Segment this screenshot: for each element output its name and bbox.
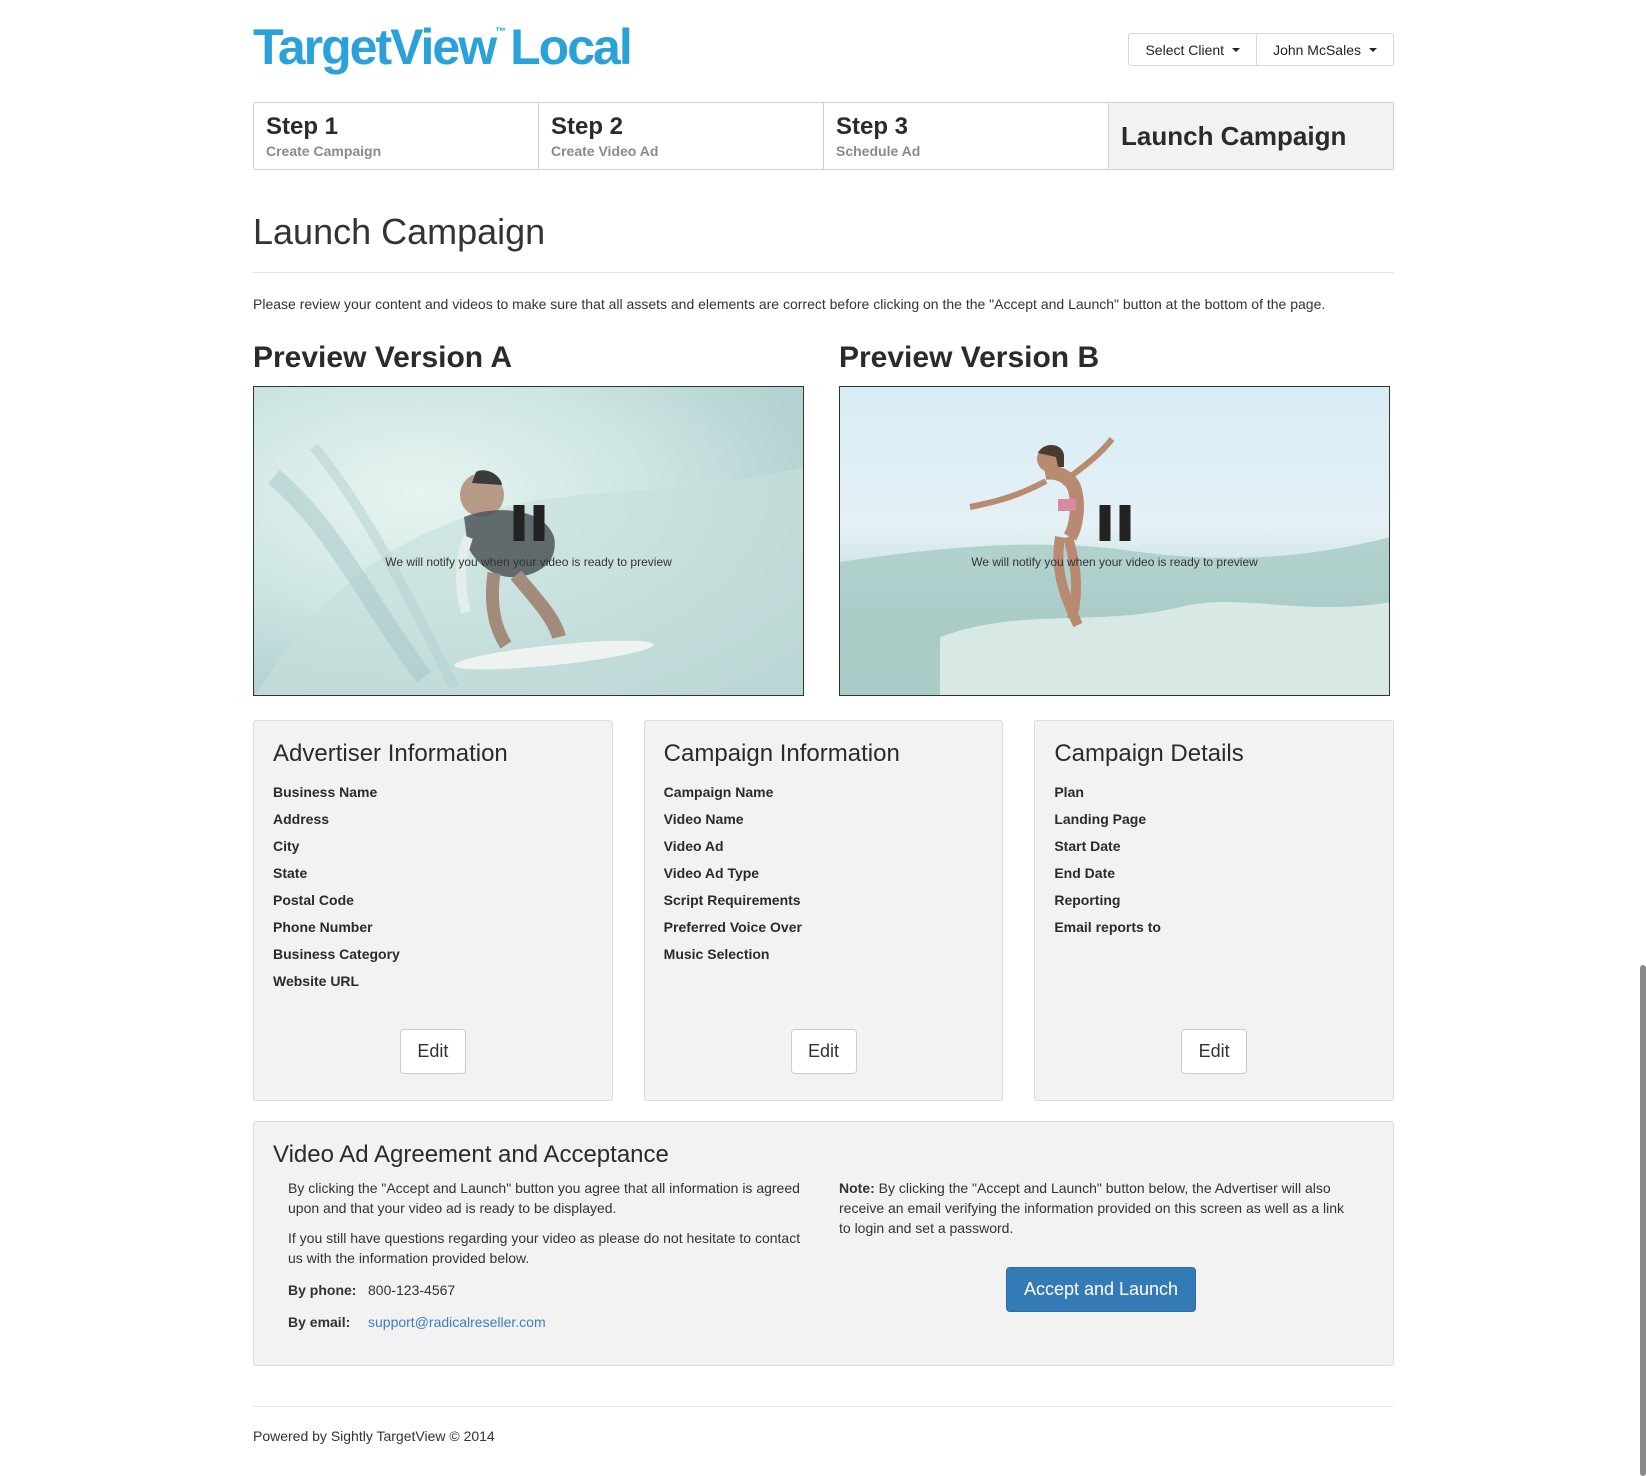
campaign-details-panel: Campaign Details Plan Landing Page Start…	[1034, 720, 1395, 1101]
agreement-text: By clicking the "Accept and Launch" butt…	[288, 1178, 808, 1332]
field-label: Website URL	[273, 973, 360, 989]
user-menu-label: John McSales	[1273, 41, 1361, 58]
video-player-b[interactable]: We will notify you when your video is re…	[839, 386, 1390, 696]
edit-advertiser-button[interactable]: Edit	[399, 1029, 466, 1074]
step-subtitle: Create Campaign	[266, 143, 382, 159]
agreement-title: Video Ad Agreement and Acceptance	[273, 1141, 669, 1168]
surfer-image	[840, 437, 1389, 695]
logo-trademark: ™	[495, 26, 507, 38]
contact-phone: By phone: 800-123-4567	[288, 1280, 808, 1300]
phone-label: By phone:	[288, 1282, 357, 1298]
field-label: Music Selection	[663, 946, 770, 962]
edit-campaign-info-button[interactable]: Edit	[790, 1029, 857, 1074]
field-list: Plan Landing Page Start Date End Date Re…	[1054, 779, 1374, 941]
preview-version-a: Preview Version A We will notify you whe…	[253, 340, 804, 696]
field-label: Campaign Name	[663, 784, 774, 800]
panel-title: Campaign Details	[1054, 740, 1244, 767]
field-label: End Date	[1054, 865, 1116, 881]
logo-suffix: Local	[510, 19, 633, 75]
step-launch-campaign[interactable]: Launch Campaign	[1109, 103, 1393, 169]
step-subtitle: Create Video Ad	[551, 143, 659, 159]
step-2[interactable]: Step 2 Create Video Ad	[539, 103, 824, 169]
logo-text: TargetView	[253, 19, 497, 75]
pause-icon[interactable]	[1099, 505, 1130, 541]
field-label: Business Name	[273, 784, 378, 800]
page-title: Launch Campaign	[253, 211, 546, 252]
note-text: By clicking the "Accept and Launch" butt…	[839, 1180, 1345, 1236]
preview-section: Preview Version A We will notify you whe…	[253, 340, 1394, 696]
field-label: Plan	[1054, 784, 1084, 800]
field-label: City	[273, 838, 300, 854]
agreement-note: Note: By clicking the "Accept and Launch…	[839, 1178, 1359, 1238]
contact-email: By email: support@radicalreseller.com	[288, 1312, 808, 1332]
user-menu-dropdown[interactable]: John McSales	[1257, 33, 1394, 66]
footer-divider	[253, 1406, 1394, 1407]
field-label: Phone Number	[273, 919, 373, 935]
footer-text: Powered by Sightly TargetView © 2014	[253, 1428, 495, 1444]
field-label: Start Date	[1054, 838, 1121, 854]
support-email-link[interactable]: support@radicalreseller.com	[368, 1312, 546, 1332]
field-list: Campaign Name Video Name Video Ad Video …	[664, 779, 984, 968]
field-label: Script Requirements	[663, 892, 801, 908]
field-label: Reporting	[1054, 892, 1121, 908]
divider	[253, 272, 1394, 273]
field-label: State	[273, 865, 308, 881]
surfer-image	[255, 443, 803, 695]
caret-down-icon	[1369, 47, 1377, 52]
agreement-paragraph: If you still have questions regarding yo…	[288, 1230, 801, 1266]
panel-title: Advertiser Information	[273, 740, 508, 767]
select-client-label: Select Client	[1145, 41, 1225, 58]
field-list: Business Name Address City State Postal …	[273, 779, 593, 995]
step-title: Step 3	[836, 113, 909, 140]
preview-title: Preview Version A	[253, 341, 513, 374]
step-title: Step 2	[551, 113, 624, 140]
campaign-information-panel: Campaign Information Campaign Name Video…	[643, 720, 1004, 1101]
header: TargetView™Local Select Client John McSa…	[253, 0, 1394, 96]
intro-text: Please review your content and videos to…	[253, 296, 1326, 312]
field-label: Video Ad	[663, 838, 724, 854]
advertiser-information-panel: Advertiser Information Business Name Add…	[253, 720, 613, 1101]
phone-value: 800-123-4567	[368, 1282, 456, 1298]
agreement-panel: Video Ad Agreement and Acceptance By cli…	[253, 1121, 1394, 1366]
pause-icon[interactable]	[513, 505, 544, 541]
step-title: Step 1	[266, 113, 339, 140]
field-label: Video Ad Type	[663, 865, 760, 881]
step-3[interactable]: Step 3 Schedule Ad	[824, 103, 1109, 169]
field-label: Postal Code	[273, 892, 354, 908]
info-panels: Advertiser Information Business Name Add…	[253, 720, 1395, 1101]
video-notice: We will notify you when your video is re…	[971, 555, 1258, 569]
page-scrollbar[interactable]	[1640, 965, 1646, 1476]
agreement-paragraph: By clicking the "Accept and Launch" butt…	[288, 1180, 800, 1216]
select-client-dropdown[interactable]: Select Client	[1128, 33, 1258, 66]
step-1[interactable]: Step 1 Create Campaign	[254, 103, 539, 169]
video-player-a[interactable]: We will notify you when your video is re…	[253, 386, 804, 696]
targetview-logo[interactable]: TargetView™Local	[253, 18, 633, 76]
note-label: Note:	[839, 1180, 875, 1196]
field-label: Business Category	[273, 946, 400, 962]
field-label: Email reports to	[1054, 919, 1161, 935]
video-notice: We will notify you when your video is re…	[385, 555, 672, 569]
panel-title: Campaign Information	[663, 740, 900, 767]
field-label: Landing Page	[1054, 811, 1147, 827]
field-label: Preferred Voice Over	[663, 919, 802, 935]
step-title: Launch Campaign	[1121, 121, 1347, 151]
page-container: TargetView™Local Select Client John McSa…	[253, 0, 1395, 1444]
field-label: Address	[273, 811, 330, 827]
step-subtitle: Schedule Ad	[836, 143, 921, 159]
header-button-group: Select Client John McSales	[1128, 33, 1394, 66]
preview-title: Preview Version B	[839, 341, 1100, 374]
accept-and-launch-button[interactable]: Accept and Launch	[1006, 1267, 1196, 1312]
edit-campaign-details-button[interactable]: Edit	[1181, 1029, 1248, 1074]
step-wizard: Step 1 Create Campaign Step 2 Create Vid…	[253, 102, 1394, 170]
caret-down-icon	[1232, 47, 1241, 52]
field-label: Video Name	[663, 811, 744, 827]
preview-version-b: Preview Version B We will notify you whe…	[839, 340, 1390, 696]
email-label: By email:	[288, 1314, 351, 1330]
